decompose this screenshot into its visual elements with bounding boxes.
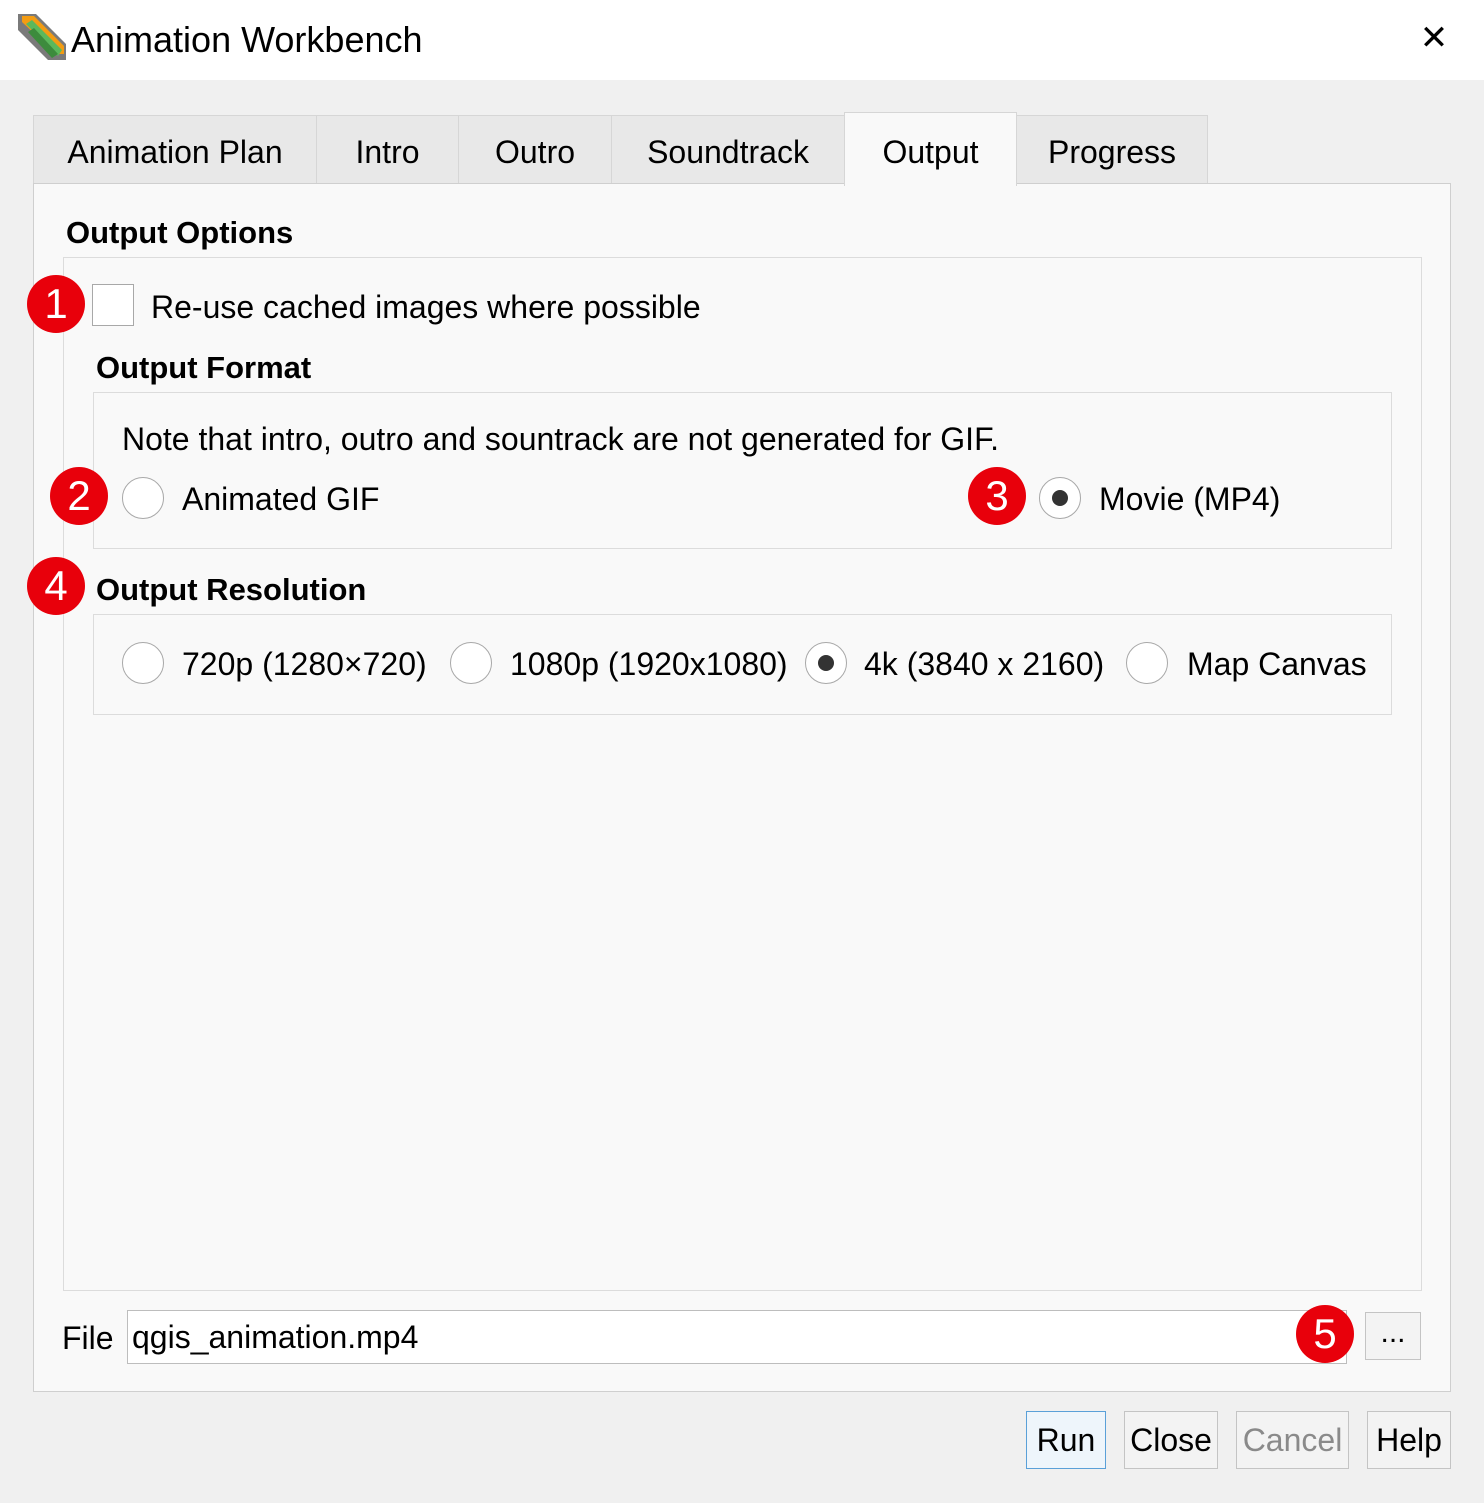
resolution-1080p-radio[interactable] bbox=[450, 642, 492, 684]
resolution-720p-radio[interactable] bbox=[122, 642, 164, 684]
resolution-4k-label[interactable]: 4k (3840 x 2160) bbox=[864, 644, 1104, 684]
callout-badge-3: 3 bbox=[968, 467, 1026, 525]
resolution-map-canvas-label[interactable]: Map Canvas bbox=[1187, 644, 1367, 684]
title-bar: Animation Workbench ✕ bbox=[0, 0, 1484, 80]
help-button[interactable]: Help bbox=[1367, 1411, 1451, 1469]
resolution-map-canvas-radio[interactable] bbox=[1126, 642, 1168, 684]
callout-badge-1: 1 bbox=[27, 275, 85, 333]
dialog-window: Animation Workbench ✕ Animation Plan Int… bbox=[0, 0, 1484, 1503]
resolution-1080p-label[interactable]: 1080p (1920x1080) bbox=[510, 644, 788, 684]
output-resolution-heading: Output Resolution bbox=[96, 572, 367, 607]
output-format-heading: Output Format bbox=[96, 350, 312, 385]
reuse-cache-checkbox[interactable] bbox=[92, 284, 134, 326]
close-icon[interactable]: ✕ bbox=[1412, 18, 1456, 62]
animated-gif-radio[interactable] bbox=[122, 477, 164, 519]
tab-intro[interactable]: Intro bbox=[316, 115, 459, 185]
cancel-button[interactable]: Cancel bbox=[1236, 1411, 1349, 1469]
tab-outro[interactable]: Outro bbox=[458, 115, 612, 185]
output-format-note: Note that intro, outro and sountrack are… bbox=[122, 421, 999, 457]
movie-mp4-radio[interactable] bbox=[1039, 477, 1081, 519]
file-label: File bbox=[62, 1320, 114, 1356]
file-path-input[interactable] bbox=[127, 1310, 1347, 1364]
output-format-group bbox=[93, 392, 1392, 549]
close-button[interactable]: Close bbox=[1124, 1411, 1218, 1469]
tab-animation-plan[interactable]: Animation Plan bbox=[33, 115, 317, 185]
callout-badge-4: 4 bbox=[27, 557, 85, 615]
window-title: Animation Workbench bbox=[71, 19, 423, 60]
tab-soundtrack[interactable]: Soundtrack bbox=[611, 115, 845, 185]
app-icon bbox=[18, 14, 66, 60]
callout-badge-5: 5 bbox=[1296, 1305, 1354, 1363]
movie-mp4-label[interactable]: Movie (MP4) bbox=[1099, 479, 1280, 519]
tab-output[interactable]: Output bbox=[844, 112, 1017, 186]
run-button[interactable]: Run bbox=[1026, 1411, 1106, 1469]
resolution-4k-radio[interactable] bbox=[805, 642, 847, 684]
output-options-heading: Output Options bbox=[66, 215, 294, 250]
tab-progress[interactable]: Progress bbox=[1016, 115, 1208, 185]
callout-badge-2: 2 bbox=[50, 467, 108, 525]
animated-gif-label[interactable]: Animated GIF bbox=[182, 479, 379, 519]
browse-file-button[interactable]: ... bbox=[1365, 1312, 1421, 1360]
reuse-cache-label[interactable]: Re-use cached images where possible bbox=[151, 287, 701, 327]
resolution-720p-label[interactable]: 720p (1280×720) bbox=[182, 644, 427, 684]
